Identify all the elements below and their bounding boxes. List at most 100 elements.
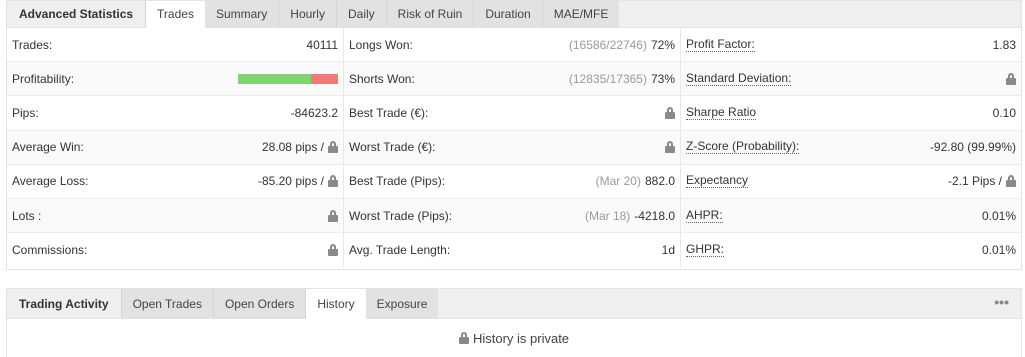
tab-history[interactable]: History <box>305 289 366 319</box>
stat-value: 40111 <box>306 37 338 52</box>
activity-title: Trading Activity <box>19 296 109 311</box>
stats-column-3: Profit Factor: 1.83 Standard Deviation: … <box>681 28 1021 267</box>
stat-row-z-score: Z-Score (Probability): -92.80 (99.99%) <box>681 130 1021 165</box>
stat-label: Longs Won: <box>349 37 413 52</box>
stat-row-profitability: Profitability: <box>7 62 343 97</box>
stat-value: 0.01% <box>981 208 1016 223</box>
stat-row-commissions: Commissions: <box>7 233 343 267</box>
stat-label: Average Win: <box>12 140 84 155</box>
stat-value: 28.08 pips / <box>261 140 324 155</box>
stat-row-profit-factor: Profit Factor: 1.83 <box>681 28 1021 63</box>
stat-label: Pips: <box>12 105 39 120</box>
stats-column-1: Trades: 40111 Profitability: Pips: -8462… <box>7 28 344 268</box>
stat-value: 0.10 <box>992 105 1016 120</box>
statistics-title: Advanced Statistics <box>19 7 134 21</box>
profitability-bar <box>238 73 338 84</box>
stat-row-average-loss: Average Loss: -85.20 pips / <box>7 165 343 199</box>
stat-value-group: 28.08 pips / <box>262 140 338 154</box>
stat-row-worst-trade-pips: Worst Trade (Pips): (Mar 18) -4218.0 <box>344 198 680 234</box>
lock-icon <box>458 332 469 344</box>
stat-label: Average Loss: <box>12 174 89 189</box>
stat-label: Worst Trade (€): <box>349 140 436 155</box>
stat-label-tooltip[interactable]: Expectancy <box>686 174 749 189</box>
stat-value-group: -2.1 Pips / <box>948 174 1016 188</box>
lock-icon <box>665 106 675 119</box>
stat-row-average-win: Average Win: 28.08 pips / <box>7 130 343 165</box>
stat-row-best-trade-currency: Best Trade (€): <box>344 96 680 131</box>
stat-label: Avg. Trade Length: <box>349 243 451 258</box>
stat-value-group: (16586/22746) 72% <box>569 38 675 52</box>
stat-value: 73% <box>650 71 675 86</box>
stat-value: -2.1 Pips / <box>947 174 1002 189</box>
lock-icon <box>328 244 338 257</box>
activity-tabbar: Trading Activity Open Trades Open Orders… <box>7 289 1021 319</box>
stat-row-expectancy: Expectancy -2.1 Pips / <box>681 165 1021 199</box>
tab-duration[interactable]: Duration <box>473 1 542 27</box>
stat-detail: (Mar 18) <box>584 208 631 223</box>
stat-label: Shorts Won: <box>349 71 415 86</box>
tab-exposure[interactable]: Exposure <box>365 289 439 318</box>
stat-value: 1d <box>661 243 675 258</box>
lock-icon <box>328 141 338 154</box>
stat-value: 0.01% <box>981 243 1016 258</box>
stat-label-tooltip[interactable]: GHPR: <box>686 243 725 258</box>
stat-label: Profitability: <box>12 71 75 86</box>
tab-daily[interactable]: Daily <box>335 1 386 27</box>
stat-row-shorts-won: Shorts Won: (12835/17365) 73% <box>344 62 680 97</box>
stat-label-tooltip[interactable]: Z-Score (Probability): <box>686 140 800 155</box>
statistics-tabbar: Advanced Statistics Trades Summary Hourl… <box>7 1 1021 28</box>
stat-label-tooltip[interactable]: Sharpe Ratio <box>686 105 757 120</box>
stat-label: Worst Trade (Pips): <box>349 208 453 223</box>
advanced-statistics-panel: Advanced Statistics Trades Summary Hourl… <box>6 0 1022 270</box>
stat-label-tooltip[interactable]: AHPR: <box>686 208 723 223</box>
stat-value: -4218.0 <box>634 208 675 223</box>
stat-label: Commissions: <box>12 243 88 258</box>
stats-column-2: Longs Won: (16586/22746) 72% Shorts Won:… <box>344 28 681 268</box>
stat-detail: (Mar 20) <box>595 174 641 189</box>
profitability-won-fill <box>238 73 311 84</box>
stat-value: 72% <box>650 37 675 52</box>
stat-row-lots: Lots : <box>7 198 343 234</box>
tab-summary[interactable]: Summary <box>204 1 279 27</box>
lock-icon <box>1006 175 1016 188</box>
stat-label-tooltip[interactable]: Profit Factor: <box>686 37 755 52</box>
stat-row-ghpr: GHPR: 0.01% <box>681 233 1021 267</box>
stat-value-group: (Mar 18) -4218.0 <box>585 209 675 223</box>
stat-row-ahpr: AHPR: 0.01% <box>681 198 1021 234</box>
stat-label: Lots : <box>12 208 42 223</box>
tab-open-orders[interactable]: Open Orders <box>212 289 306 318</box>
stat-value: 882.0 <box>644 174 675 189</box>
private-history-notice: History is private <box>7 319 1021 357</box>
stat-row-standard-deviation: Standard Deviation: <box>681 62 1021 97</box>
stat-label: Best Trade (€): <box>349 105 429 120</box>
tab-hourly[interactable]: Hourly <box>278 1 336 27</box>
stat-label-tooltip[interactable]: Standard Deviation: <box>686 71 792 86</box>
stat-value: 1.83 <box>992 37 1016 52</box>
stat-row-best-trade-pips: Best Trade (Pips): (Mar 20) 882.0 <box>344 165 680 199</box>
lock-icon <box>328 175 338 188</box>
stat-value-group: -85.20 pips / <box>258 174 338 188</box>
lock-icon <box>665 141 675 154</box>
tab-open-trades[interactable]: Open Trades <box>120 289 213 318</box>
lock-icon <box>328 209 338 222</box>
stat-value: -92.80 (99.99%) <box>929 140 1016 155</box>
stat-value: -84623.2 <box>290 105 338 120</box>
stat-value-group: (12835/17365) 73% <box>569 72 675 86</box>
stat-row-avg-trade-length: Avg. Trade Length: 1d <box>344 233 680 267</box>
stat-label: Trades: <box>12 37 53 52</box>
stat-detail: (12835/17365) <box>568 71 647 86</box>
stat-value-group: (Mar 20) 882.0 <box>596 174 675 188</box>
tab-trades[interactable]: Trades <box>145 1 205 28</box>
statistics-grid: Trades: 40111 Profitability: Pips: -8462… <box>7 28 1021 268</box>
private-message: History is private <box>472 330 570 346</box>
stat-row-longs-won: Longs Won: (16586/22746) 72% <box>344 28 680 63</box>
stat-row-worst-trade-currency: Worst Trade (€): <box>344 130 680 165</box>
tab-mae-mfe[interactable]: MAE/MFE <box>541 1 620 27</box>
lock-icon <box>1006 72 1016 85</box>
stat-value: -85.20 pips / <box>257 174 324 189</box>
tab-risk-of-ruin[interactable]: Risk of Ruin <box>385 1 474 27</box>
more-options-icon[interactable]: ••• <box>994 295 1009 309</box>
profitability-lost-fill <box>311 73 338 84</box>
stat-detail: (16586/22746) <box>568 37 647 52</box>
stat-label: Best Trade (Pips): <box>349 174 446 189</box>
